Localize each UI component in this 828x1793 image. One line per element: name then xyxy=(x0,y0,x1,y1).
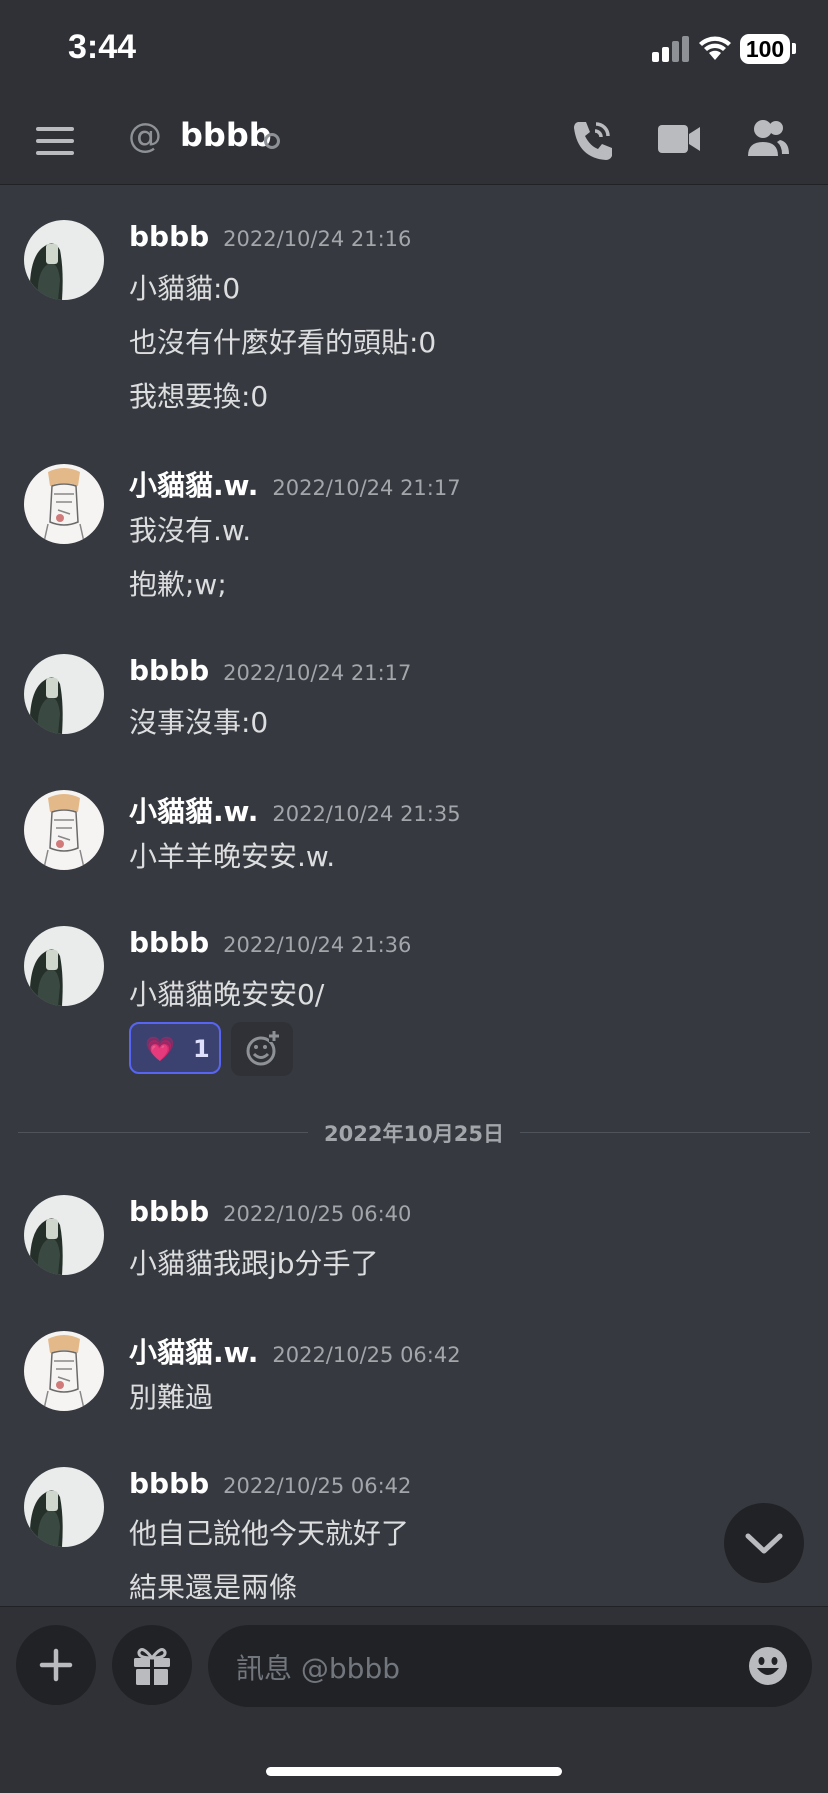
message-text: 結果還是兩條 xyxy=(129,1571,298,1604)
composer-bar: 訊息 @bbbb xyxy=(0,1606,828,1793)
message-timestamp: 2022/10/25 06:42 xyxy=(223,1474,412,1498)
at-icon: @ xyxy=(128,116,162,156)
home-indicator[interactable] xyxy=(266,1767,562,1776)
add-reaction-button[interactable] xyxy=(231,1022,293,1076)
author-name[interactable]: bbbb xyxy=(129,926,209,959)
message-author[interactable]: bbbb 2022/10/25 06:40 xyxy=(129,1195,411,1228)
avatar[interactable] xyxy=(24,1331,104,1411)
phone-call-icon[interactable] xyxy=(570,118,614,162)
plus-icon xyxy=(39,1648,73,1682)
message-text: 小貓貓晚安安0/ xyxy=(129,978,325,1011)
message-timestamp: 2022/10/24 21:16 xyxy=(223,227,412,251)
message-timestamp: 2022/10/24 21:35 xyxy=(272,802,461,826)
status-bar: 3:44 100 xyxy=(0,0,828,96)
chevron-down-icon xyxy=(745,1533,783,1554)
heart-emoji: 💗 xyxy=(145,1035,175,1063)
message-text: 小貓貓:0 xyxy=(129,272,241,305)
message-timestamp: 2022/10/24 21:17 xyxy=(223,661,412,685)
jump-to-bottom-button[interactable] xyxy=(724,1503,804,1583)
gift-button[interactable] xyxy=(112,1625,192,1705)
battery-indicator: 100 xyxy=(740,34,790,64)
channel-header: @ bbbb xyxy=(0,96,828,185)
message-input[interactable]: 訊息 @bbbb xyxy=(208,1625,812,1707)
hamburger-menu-icon[interactable] xyxy=(36,127,74,163)
cellular-signal-icon xyxy=(652,36,689,62)
message-list[interactable]: bbbb 2022/10/24 21:16 小貓貓:0 也沒有什麼好看的頭貼:0 … xyxy=(0,185,828,1605)
avatar[interactable] xyxy=(24,790,104,870)
author-name[interactable]: 小貓貓.w. xyxy=(129,1336,258,1369)
message-text: 小羊羊晚安安.w. xyxy=(129,840,336,873)
author-name[interactable]: 小貓貓.w. xyxy=(129,469,258,502)
avatar[interactable] xyxy=(24,220,104,300)
message-author[interactable]: bbbb 2022/10/25 06:42 xyxy=(129,1467,411,1500)
message-text: 抱歉;w; xyxy=(129,568,227,601)
message-text: 別難過 xyxy=(129,1381,214,1414)
message-text: 我想要換:0 xyxy=(129,380,269,413)
avatar[interactable] xyxy=(24,654,104,734)
emoji-smile-icon[interactable] xyxy=(748,1646,788,1686)
message-text: 他自己說他今天就好了 xyxy=(129,1517,410,1550)
avatar[interactable] xyxy=(24,1467,104,1547)
message-timestamp: 2022/10/25 06:40 xyxy=(223,1202,412,1226)
message-author[interactable]: 小貓貓.w. 2022/10/25 06:42 xyxy=(129,1331,461,1371)
message-author[interactable]: 小貓貓.w. 2022/10/24 21:17 xyxy=(129,464,461,504)
message-author[interactable]: bbbb 2022/10/24 21:16 xyxy=(129,220,411,253)
message-timestamp: 2022/10/25 06:42 xyxy=(272,1343,461,1367)
avatar[interactable] xyxy=(24,464,104,544)
offline-status-icon xyxy=(264,133,280,149)
message-text: 小貓貓我跟jb分手了 xyxy=(129,1247,379,1280)
message-author[interactable]: bbbb 2022/10/24 21:17 xyxy=(129,654,411,687)
avatar[interactable] xyxy=(24,926,104,1006)
author-name[interactable]: bbbb xyxy=(129,1195,209,1228)
message-text: 沒事沒事:0 xyxy=(129,706,269,739)
author-name[interactable]: bbbb xyxy=(129,1467,209,1500)
reaction-count: 1 xyxy=(193,1035,210,1063)
wifi-icon xyxy=(699,36,731,60)
battery-nub xyxy=(792,43,796,54)
video-camera-icon[interactable] xyxy=(658,122,702,156)
add-reaction-icon xyxy=(246,1031,279,1066)
message-timestamp: 2022/10/24 21:36 xyxy=(223,933,412,957)
author-name[interactable]: bbbb xyxy=(129,220,209,253)
message-author[interactable]: 小貓貓.w. 2022/10/24 21:35 xyxy=(129,790,461,830)
message-text: 我沒有.w. xyxy=(129,514,252,547)
add-attachment-button[interactable] xyxy=(16,1625,96,1705)
gift-icon xyxy=(134,1648,170,1685)
date-divider: 2022年10月25日 xyxy=(18,1118,810,1148)
members-icon[interactable] xyxy=(746,118,790,158)
status-time: 3:44 xyxy=(68,28,137,66)
message-input-placeholder: 訊息 @bbbb xyxy=(236,1652,400,1685)
message-timestamp: 2022/10/24 21:17 xyxy=(272,476,461,500)
reaction-chip[interactable]: 💗 1 xyxy=(129,1022,221,1074)
message-text: 也沒有什麼好看的頭貼:0 xyxy=(129,326,437,359)
dm-username[interactable]: bbbb xyxy=(180,116,272,154)
author-name[interactable]: 小貓貓.w. xyxy=(129,795,258,828)
author-name[interactable]: bbbb xyxy=(129,654,209,687)
date-divider-label: 2022年10月25日 xyxy=(324,1122,504,1146)
message-author[interactable]: bbbb 2022/10/24 21:36 xyxy=(129,926,411,959)
avatar[interactable] xyxy=(24,1195,104,1275)
